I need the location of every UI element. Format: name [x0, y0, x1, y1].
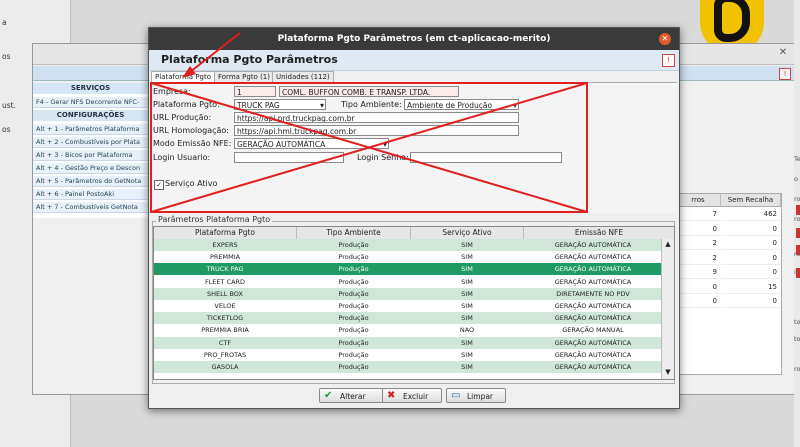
annotation-overlay [150, 32, 588, 213]
annotation-arrow-line [189, 32, 241, 73]
